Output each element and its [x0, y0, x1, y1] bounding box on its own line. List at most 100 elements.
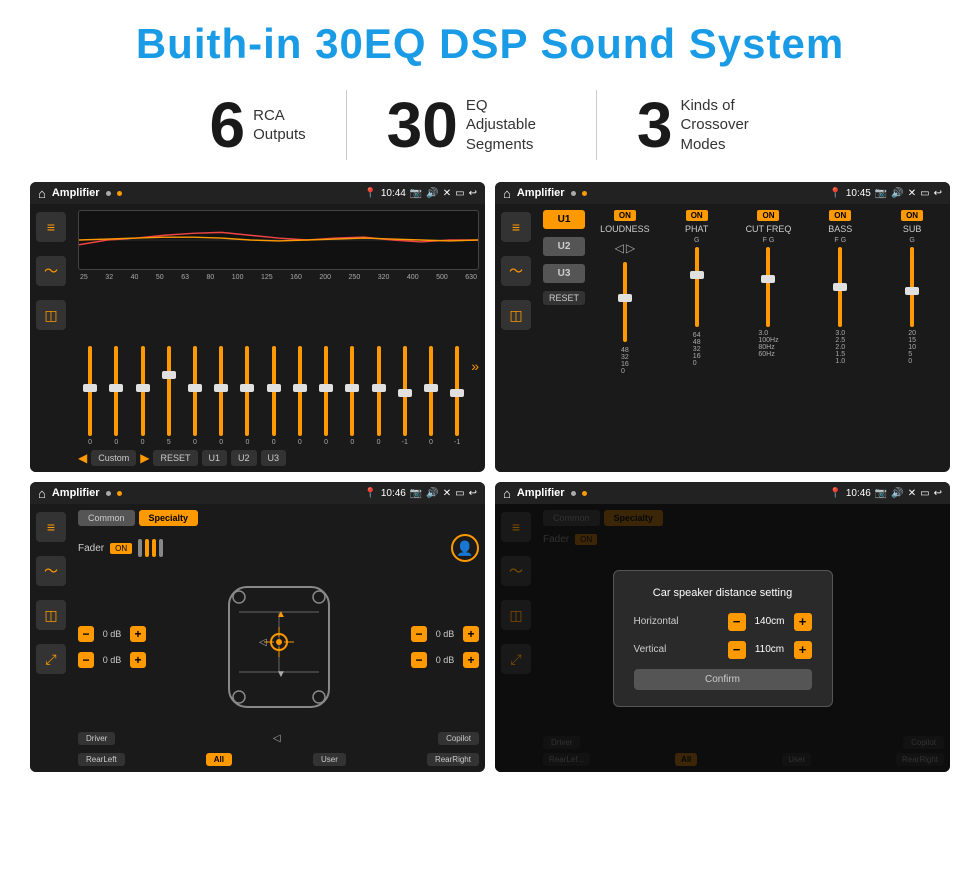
status-dot-3b: [117, 491, 122, 496]
page-wrapper: Buith-in 30EQ DSP Sound System 6 RCAOutp…: [0, 0, 980, 792]
driver-btn[interactable]: Driver: [78, 732, 115, 745]
horizontal-minus[interactable]: −: [728, 613, 746, 631]
db-plus-3[interactable]: +: [463, 626, 479, 642]
loudness-right[interactable]: ▷: [626, 241, 635, 255]
slider-col-5: 0: [183, 346, 207, 446]
db-value-3: 0 dB: [431, 629, 459, 639]
rearleft-btn[interactable]: RearLeft: [78, 753, 125, 766]
back-icon-2[interactable]: ↩: [934, 188, 942, 199]
status-dot-1a: [106, 191, 111, 196]
vertical-plus[interactable]: +: [794, 641, 812, 659]
custom-btn[interactable]: Custom: [91, 450, 136, 466]
bass-slider[interactable]: [838, 247, 842, 327]
slider-col-4: 5: [157, 346, 181, 446]
u2-crossover-btn[interactable]: U2: [543, 237, 585, 256]
sub-slider[interactable]: [910, 247, 914, 327]
sub-on[interactable]: ON: [901, 210, 923, 221]
speaker-icon-btn-3[interactable]: ◫: [36, 600, 66, 630]
db-plus-2[interactable]: +: [130, 652, 146, 668]
eq-icon-btn[interactable]: ≡: [36, 212, 66, 242]
time-3: 10:46: [381, 488, 406, 499]
left-sidebar-1: ≡ 〜 ◫: [30, 204, 72, 472]
fader-on[interactable]: ON: [110, 543, 132, 554]
db-minus-2[interactable]: −: [78, 652, 94, 668]
wave-icon-btn-3[interactable]: 〜: [36, 556, 66, 586]
confirm-btn[interactable]: Confirm: [634, 669, 812, 690]
home-icon-3[interactable]: ⌂: [38, 486, 46, 501]
bottom-labels-row: Driver ◁ Copilot: [78, 732, 479, 745]
u1-crossover-btn[interactable]: U1: [543, 210, 585, 229]
slider-col-2: 0: [104, 346, 128, 446]
u1-btn[interactable]: U1: [202, 450, 228, 466]
loudness-left[interactable]: ◁: [615, 241, 624, 255]
phat-slider[interactable]: [695, 247, 699, 327]
stat-number-rca: 6: [210, 93, 246, 157]
horizontal-plus[interactable]: +: [794, 613, 812, 631]
fader-label: Fader: [78, 543, 104, 554]
dialog-overlay: Car speaker distance setting Horizontal …: [495, 504, 950, 772]
battery-icon-2: ▭: [920, 188, 929, 199]
vertical-minus[interactable]: −: [728, 641, 746, 659]
loudness-slider[interactable]: [623, 262, 627, 342]
stat-crossover: 3 Kinds ofCrossover Modes: [597, 93, 811, 157]
all-btn[interactable]: All: [206, 753, 232, 766]
slider-col-13: -1: [393, 346, 417, 446]
right-db-controls: − 0 dB + − 0 dB +: [411, 570, 479, 724]
home-icon-2[interactable]: ⌂: [503, 186, 511, 201]
db-minus-1[interactable]: −: [78, 626, 94, 642]
back-icon-1[interactable]: ↩: [469, 188, 477, 199]
tab-common[interactable]: Common: [78, 510, 135, 526]
copilot-btn[interactable]: Copilot: [438, 732, 479, 745]
speaker-tabs: Common Specialty: [78, 510, 479, 526]
bottom-labels-row-2: RearLeft All User RearRight: [78, 753, 479, 766]
more-icon[interactable]: »: [471, 358, 479, 374]
wave-icon-btn[interactable]: 〜: [36, 256, 66, 286]
phat-on[interactable]: ON: [686, 210, 708, 221]
back-icon-4[interactable]: ↩: [934, 488, 942, 499]
car-diagram: ▲ ▼ ◁: [150, 570, 407, 724]
db-plus-1[interactable]: +: [130, 626, 146, 642]
home-icon-4[interactable]: ⌂: [503, 486, 511, 501]
eq-icon-btn-2[interactable]: ≡: [501, 212, 531, 242]
prev-btn[interactable]: ◀: [78, 451, 87, 465]
arrow-left-icon[interactable]: ◁: [273, 733, 281, 744]
reset-btn-1[interactable]: RESET: [153, 450, 197, 466]
status-icons-2: 📍 10:45 📷 🔊 ✕ ▭ ↩: [829, 188, 942, 199]
expand-icon-btn-3[interactable]: ⤢: [36, 644, 66, 674]
play-btn[interactable]: ▶: [140, 451, 149, 465]
sub-scale: 20151050: [908, 330, 916, 365]
eq-freq-labels: 253240506380 100125160200250320 40050063…: [78, 274, 479, 281]
back-icon-3[interactable]: ↩: [469, 488, 477, 499]
speaker-icon-btn-2[interactable]: ◫: [501, 300, 531, 330]
time-2: 10:45: [846, 188, 871, 199]
cutfreq-on[interactable]: ON: [757, 210, 779, 221]
home-icon-1[interactable]: ⌂: [38, 186, 46, 201]
u3-crossover-btn[interactable]: U3: [543, 264, 585, 283]
db-minus-3[interactable]: −: [411, 626, 427, 642]
stat-eq: 30 EQ AdjustableSegments: [347, 93, 596, 157]
db-minus-4[interactable]: −: [411, 652, 427, 668]
location-icon-1: 📍: [364, 188, 376, 199]
u3-btn[interactable]: U3: [261, 450, 287, 466]
bass-on[interactable]: ON: [829, 210, 851, 221]
db-plus-4[interactable]: +: [463, 652, 479, 668]
col-cutfreq: ON CUT FREQ F G 3.0100Hz80Hz60Hz: [737, 210, 801, 466]
reset-btn-2[interactable]: RESET: [543, 291, 585, 305]
rearright-btn[interactable]: RearRight: [427, 753, 479, 766]
status-dot-4a: [571, 491, 576, 496]
slider-col-12: 0: [366, 346, 390, 446]
camera-icon-4: 📷: [875, 488, 887, 499]
loudness-on[interactable]: ON: [614, 210, 636, 221]
user-btn[interactable]: User: [313, 753, 346, 766]
fader-bar-2: [145, 539, 149, 557]
tab-specialty[interactable]: Specialty: [139, 510, 199, 526]
u2-btn[interactable]: U2: [231, 450, 257, 466]
app-name-3: Amplifier: [52, 487, 100, 499]
cutfreq-slider[interactable]: [766, 247, 770, 327]
db-row-3: − 0 dB +: [411, 626, 479, 642]
user-icon[interactable]: 👤: [451, 534, 479, 562]
wave-icon-btn-2[interactable]: 〜: [501, 256, 531, 286]
eq-icon-btn-3[interactable]: ≡: [36, 512, 66, 542]
speaker-icon-btn[interactable]: ◫: [36, 300, 66, 330]
close-icon-4: ✕: [908, 488, 916, 499]
